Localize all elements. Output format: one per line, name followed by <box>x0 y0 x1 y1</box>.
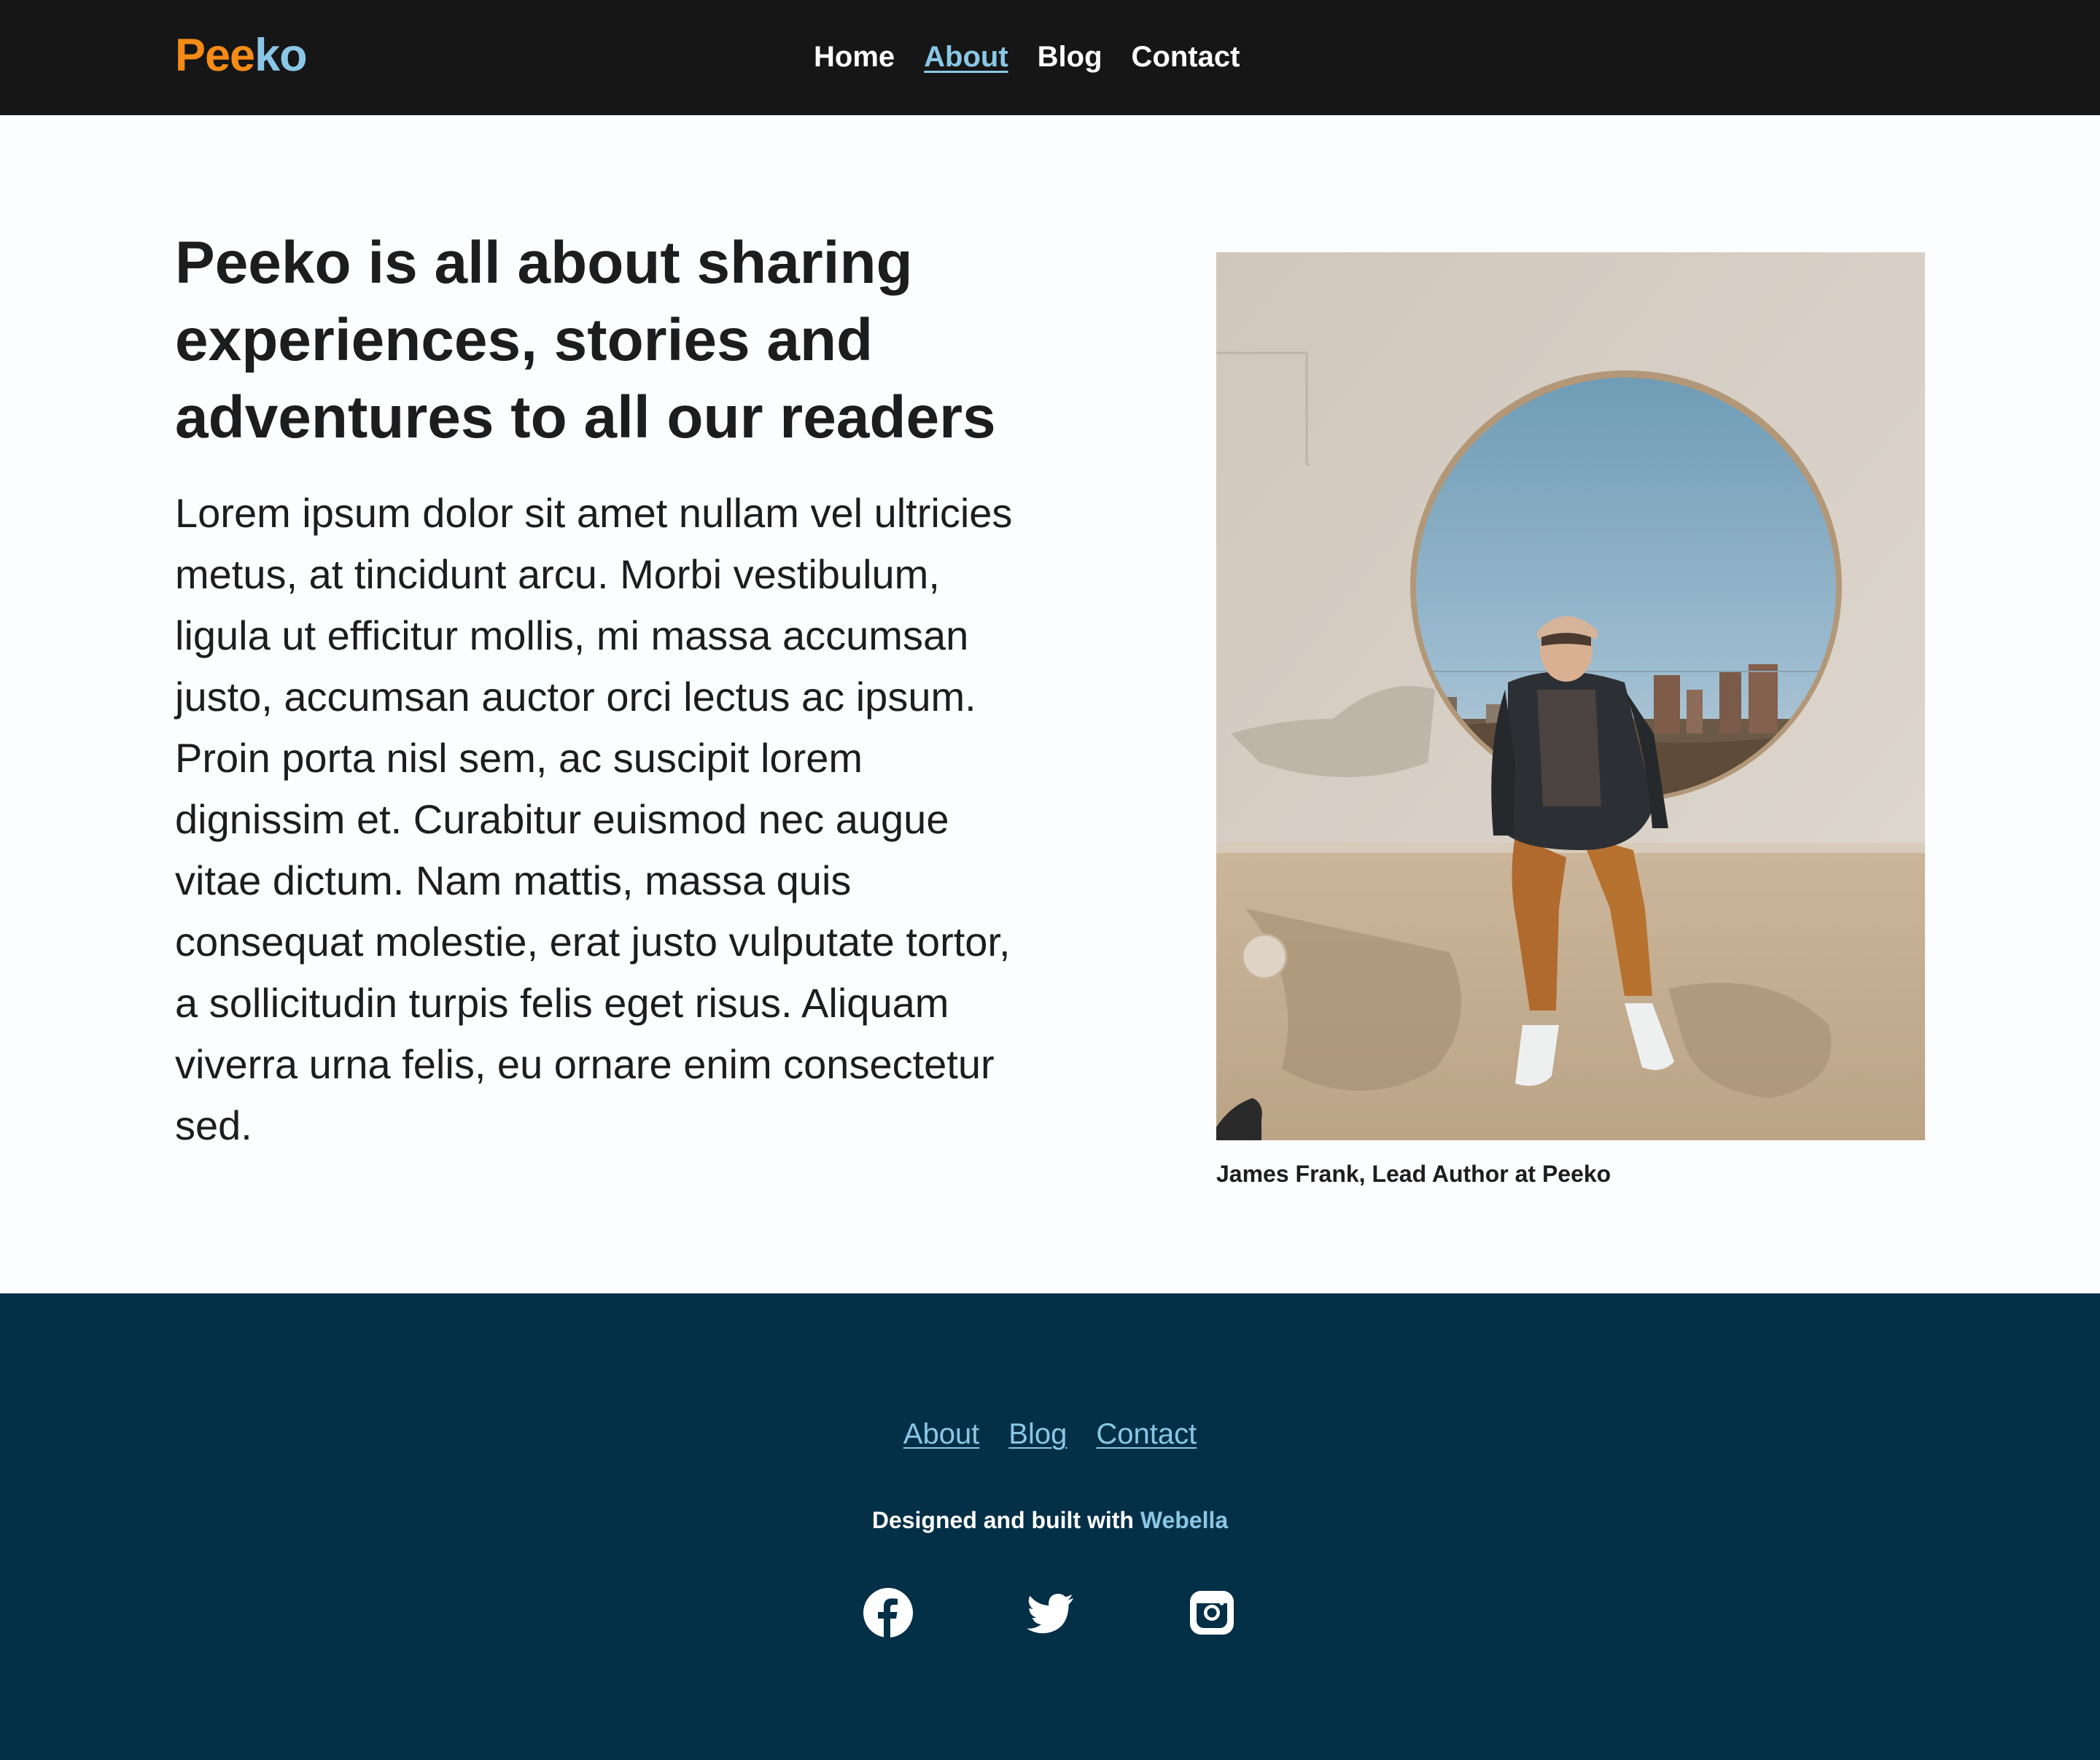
photo-caption: James Frank, Lead Author at Peeko <box>1216 1161 1611 1187</box>
nav-link-home[interactable]: Home <box>814 36 895 77</box>
nav-link-blog[interactable]: Blog <box>1038 36 1102 77</box>
nav-link-about[interactable]: About <box>924 36 1008 77</box>
page-title: Peeko is all about sharing experiences, … <box>175 230 996 451</box>
instagram-icon[interactable] <box>1187 1588 1237 1638</box>
site-footer: About Blog Contact Designed and built wi… <box>0 1293 2100 1760</box>
author-photo <box>1216 252 1925 1140</box>
credit-text: Designed and built with <box>871 1507 1134 1533</box>
main-content: Peeko is all about sharing experiences, … <box>0 115 2100 1293</box>
nav-link-contact[interactable]: Contact <box>1132 36 1240 77</box>
facebook-icon[interactable] <box>863 1588 913 1638</box>
logo-part-b: ko <box>254 30 308 81</box>
footer-nav: About Blog Contact <box>0 1414 2100 1454</box>
footer-link-about[interactable]: About <box>903 1414 980 1454</box>
footer-link-blog[interactable]: Blog <box>1008 1414 1067 1454</box>
footer-link-contact[interactable]: Contact <box>1096 1414 1197 1454</box>
site-header: Peeko Home About Blog Contact <box>0 0 2100 115</box>
footer-credit: Designed and built with Webella <box>0 1505 2100 1535</box>
about-body-text: Lorem ipsum dolor sit amet nullam vel ul… <box>175 490 1013 1148</box>
brand-logo[interactable]: Peeko <box>175 26 308 85</box>
social-links <box>0 1588 2100 1638</box>
twitter-icon[interactable] <box>1025 1588 1075 1638</box>
logo-part-a: Pee <box>175 30 255 81</box>
main-nav: Home About Blog Contact <box>814 36 1240 77</box>
credit-link-webella[interactable]: Webella <box>1140 1507 1228 1533</box>
